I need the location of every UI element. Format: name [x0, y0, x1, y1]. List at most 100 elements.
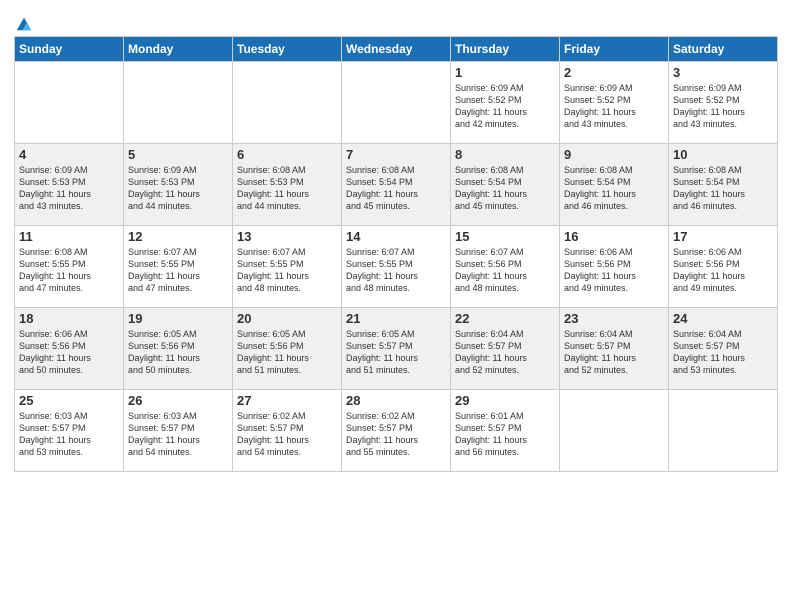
day-number: 10 [673, 147, 773, 162]
calendar-cell: 21 Sunrise: 6:05 AM Sunset: 5:57 PM Dayli… [342, 308, 451, 390]
day-info: Sunrise: 6:05 AM Sunset: 5:56 PM Dayligh… [237, 328, 337, 377]
day-number: 18 [19, 311, 119, 326]
day-number: 19 [128, 311, 228, 326]
calendar-cell [124, 62, 233, 144]
calendar-cell: 26 Sunrise: 6:03 AM Sunset: 5:57 PM Dayli… [124, 390, 233, 472]
day-info: Sunrise: 6:07 AM Sunset: 5:56 PM Dayligh… [455, 246, 555, 295]
day-info: Sunrise: 6:06 AM Sunset: 5:56 PM Dayligh… [564, 246, 664, 295]
col-header-saturday: Saturday [669, 37, 778, 62]
calendar-cell: 5 Sunrise: 6:09 AM Sunset: 5:53 PM Daylig… [124, 144, 233, 226]
day-number: 2 [564, 65, 664, 80]
calendar-cell: 7 Sunrise: 6:08 AM Sunset: 5:54 PM Daylig… [342, 144, 451, 226]
day-info: Sunrise: 6:06 AM Sunset: 5:56 PM Dayligh… [673, 246, 773, 295]
calendar-cell: 22 Sunrise: 6:04 AM Sunset: 5:57 PM Dayli… [451, 308, 560, 390]
calendar-cell: 27 Sunrise: 6:02 AM Sunset: 5:57 PM Dayli… [233, 390, 342, 472]
calendar-header-row: SundayMondayTuesdayWednesdayThursdayFrid… [15, 37, 778, 62]
day-number: 21 [346, 311, 446, 326]
calendar-cell [233, 62, 342, 144]
calendar-cell [342, 62, 451, 144]
day-info: Sunrise: 6:09 AM Sunset: 5:52 PM Dayligh… [564, 82, 664, 131]
day-info: Sunrise: 6:02 AM Sunset: 5:57 PM Dayligh… [346, 410, 446, 459]
day-info: Sunrise: 6:08 AM Sunset: 5:55 PM Dayligh… [19, 246, 119, 295]
calendar-cell: 3 Sunrise: 6:09 AM Sunset: 5:52 PM Daylig… [669, 62, 778, 144]
calendar-cell: 19 Sunrise: 6:05 AM Sunset: 5:56 PM Dayli… [124, 308, 233, 390]
col-header-sunday: Sunday [15, 37, 124, 62]
day-number: 24 [673, 311, 773, 326]
day-number: 1 [455, 65, 555, 80]
day-info: Sunrise: 6:08 AM Sunset: 5:53 PM Dayligh… [237, 164, 337, 213]
logo-icon [15, 14, 33, 32]
day-number: 6 [237, 147, 337, 162]
day-number: 3 [673, 65, 773, 80]
day-info: Sunrise: 6:09 AM Sunset: 5:52 PM Dayligh… [673, 82, 773, 131]
day-number: 14 [346, 229, 446, 244]
calendar-cell: 16 Sunrise: 6:06 AM Sunset: 5:56 PM Dayli… [560, 226, 669, 308]
calendar-cell: 25Sunrise: 6:03 AM Sunset: 5:57 PM Dayli… [15, 390, 124, 472]
calendar-cell: 29 Sunrise: 6:01 AM Sunset: 5:57 PM Dayli… [451, 390, 560, 472]
col-header-thursday: Thursday [451, 37, 560, 62]
day-number: 17 [673, 229, 773, 244]
day-info: Sunrise: 6:05 AM Sunset: 5:56 PM Dayligh… [128, 328, 228, 377]
calendar-week-3: 18 Sunrise: 6:06 AM Sunset: 5:56 PM Dayli… [15, 308, 778, 390]
calendar-cell: 18 Sunrise: 6:06 AM Sunset: 5:56 PM Dayli… [15, 308, 124, 390]
calendar-cell: 11 Sunrise: 6:08 AM Sunset: 5:55 PM Dayli… [15, 226, 124, 308]
logo [14, 14, 33, 32]
day-number: 13 [237, 229, 337, 244]
calendar-cell: 4 Sunrise: 6:09 AM Sunset: 5:53 PM Daylig… [15, 144, 124, 226]
day-number: 27 [237, 393, 337, 408]
day-info: Sunrise: 6:04 AM Sunset: 5:57 PM Dayligh… [564, 328, 664, 377]
day-info: Sunrise: 6:08 AM Sunset: 5:54 PM Dayligh… [564, 164, 664, 213]
calendar-cell: 17 Sunrise: 6:06 AM Sunset: 5:56 PM Dayli… [669, 226, 778, 308]
calendar-cell [669, 390, 778, 472]
day-info: Sunrise: 6:07 AM Sunset: 5:55 PM Dayligh… [128, 246, 228, 295]
calendar-week-4: 25 Sunrise: 6:03 AM Sunset: 5:57 PM Dayli… [15, 390, 778, 472]
day-info: Sunrise: 6:06 AM Sunset: 5:56 PM Dayligh… [19, 328, 119, 377]
day-info: Sunrise: 6:04 AM Sunset: 5:57 PM Dayligh… [673, 328, 773, 377]
day-info: Sunrise: 6:09 AM Sunset: 5:53 PM Dayligh… [128, 164, 228, 213]
calendar-cell: 6 Sunrise: 6:08 AM Sunset: 5:53 PM Daylig… [233, 144, 342, 226]
day-info: Sunrise: 6:02 AM Sunset: 5:57 PM Dayligh… [237, 410, 337, 459]
calendar-cell: 28Sunrise: 6:02 AM Sunset: 5:57 PM Dayli… [342, 390, 451, 472]
calendar-cell: 8Sunrise: 6:08 AM Sunset: 5:54 PM Daylig… [451, 144, 560, 226]
day-number: 26 [128, 393, 228, 408]
day-info: Sunrise: 6:03 AM Sunset: 5:57 PM Dayligh… [128, 410, 228, 459]
header [14, 10, 778, 32]
calendar-cell: 20 Sunrise: 6:05 AM Sunset: 5:56 PM Dayli… [233, 308, 342, 390]
calendar-cell: 14 Sunrise: 6:07 AM Sunset: 5:55 PM Dayli… [342, 226, 451, 308]
page-container: SundayMondayTuesdayWednesdayThursdayFrid… [0, 0, 792, 480]
calendar-cell: 12 Sunrise: 6:07 AM Sunset: 5:55 PM Dayli… [124, 226, 233, 308]
calendar-week-0: 1 Sunrise: 6:09 AM Sunset: 5:52 PM Daylig… [15, 62, 778, 144]
day-number: 12 [128, 229, 228, 244]
day-info: Sunrise: 6:09 AM Sunset: 5:52 PM Dayligh… [455, 82, 555, 131]
day-info: Sunrise: 6:08 AM Sunset: 5:54 PM Dayligh… [455, 164, 555, 213]
day-number: 20 [237, 311, 337, 326]
day-number: 7 [346, 147, 446, 162]
day-number: 9 [564, 147, 664, 162]
calendar-cell: 23Sunrise: 6:04 AM Sunset: 5:57 PM Dayli… [560, 308, 669, 390]
calendar-cell: 24 Sunrise: 6:04 AM Sunset: 5:57 PM Dayli… [669, 308, 778, 390]
day-number: 16 [564, 229, 664, 244]
day-info: Sunrise: 6:07 AM Sunset: 5:55 PM Dayligh… [346, 246, 446, 295]
day-number: 11 [19, 229, 119, 244]
calendar-table: SundayMondayTuesdayWednesdayThursdayFrid… [14, 36, 778, 472]
calendar-week-1: 4 Sunrise: 6:09 AM Sunset: 5:53 PM Daylig… [15, 144, 778, 226]
day-number: 5 [128, 147, 228, 162]
calendar-cell: 1 Sunrise: 6:09 AM Sunset: 5:52 PM Daylig… [451, 62, 560, 144]
col-header-monday: Monday [124, 37, 233, 62]
day-number: 4 [19, 147, 119, 162]
day-info: Sunrise: 6:08 AM Sunset: 5:54 PM Dayligh… [346, 164, 446, 213]
calendar-cell: 2 Sunrise: 6:09 AM Sunset: 5:52 PM Daylig… [560, 62, 669, 144]
day-info: Sunrise: 6:09 AM Sunset: 5:53 PM Dayligh… [19, 164, 119, 213]
day-number: 25 [19, 393, 119, 408]
calendar-cell: 9 Sunrise: 6:08 AM Sunset: 5:54 PM Daylig… [560, 144, 669, 226]
col-header-wednesday: Wednesday [342, 37, 451, 62]
day-info: Sunrise: 6:05 AM Sunset: 5:57 PM Dayligh… [346, 328, 446, 377]
calendar-cell: 10Sunrise: 6:08 AM Sunset: 5:54 PM Dayli… [669, 144, 778, 226]
calendar-cell [560, 390, 669, 472]
day-info: Sunrise: 6:01 AM Sunset: 5:57 PM Dayligh… [455, 410, 555, 459]
col-header-friday: Friday [560, 37, 669, 62]
day-number: 29 [455, 393, 555, 408]
day-info: Sunrise: 6:07 AM Sunset: 5:55 PM Dayligh… [237, 246, 337, 295]
day-number: 22 [455, 311, 555, 326]
day-info: Sunrise: 6:04 AM Sunset: 5:57 PM Dayligh… [455, 328, 555, 377]
